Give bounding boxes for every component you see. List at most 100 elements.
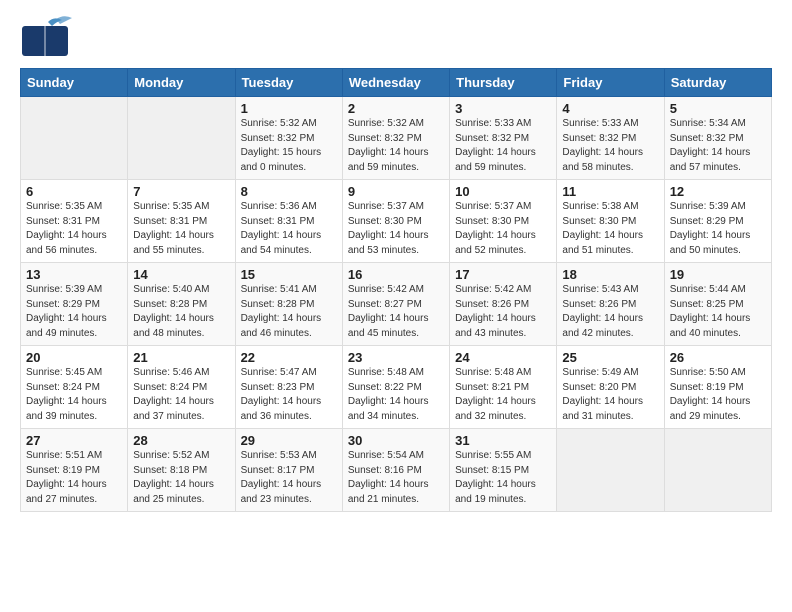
day-info: Sunrise: 5:33 AM Sunset: 8:32 PM Dayligh… bbox=[562, 117, 658, 175]
day-number: 16 bbox=[348, 267, 444, 282]
calendar-cell: 4Sunrise: 5:33 AM Sunset: 8:32 PM Daylig… bbox=[557, 97, 664, 180]
calendar-cell: 25Sunrise: 5:49 AM Sunset: 8:20 PM Dayli… bbox=[557, 346, 664, 429]
weekday-header-friday: Friday bbox=[557, 69, 664, 97]
weekday-header-saturday: Saturday bbox=[664, 69, 771, 97]
day-number: 2 bbox=[348, 101, 444, 116]
calendar-week-4: 20Sunrise: 5:45 AM Sunset: 8:24 PM Dayli… bbox=[21, 346, 772, 429]
day-number: 10 bbox=[455, 184, 551, 199]
calendar-cell: 5Sunrise: 5:34 AM Sunset: 8:32 PM Daylig… bbox=[664, 97, 771, 180]
calendar-cell: 23Sunrise: 5:48 AM Sunset: 8:22 PM Dayli… bbox=[342, 346, 449, 429]
day-info: Sunrise: 5:35 AM Sunset: 8:31 PM Dayligh… bbox=[133, 200, 229, 258]
day-number: 14 bbox=[133, 267, 229, 282]
calendar-cell: 31Sunrise: 5:55 AM Sunset: 8:15 PM Dayli… bbox=[450, 429, 557, 512]
day-info: Sunrise: 5:37 AM Sunset: 8:30 PM Dayligh… bbox=[348, 200, 444, 258]
day-info: Sunrise: 5:42 AM Sunset: 8:27 PM Dayligh… bbox=[348, 283, 444, 341]
day-info: Sunrise: 5:48 AM Sunset: 8:21 PM Dayligh… bbox=[455, 366, 551, 424]
day-number: 12 bbox=[670, 184, 766, 199]
calendar-cell: 17Sunrise: 5:42 AM Sunset: 8:26 PM Dayli… bbox=[450, 263, 557, 346]
calendar-week-3: 13Sunrise: 5:39 AM Sunset: 8:29 PM Dayli… bbox=[21, 263, 772, 346]
day-info: Sunrise: 5:32 AM Sunset: 8:32 PM Dayligh… bbox=[241, 117, 337, 175]
calendar-cell: 13Sunrise: 5:39 AM Sunset: 8:29 PM Dayli… bbox=[21, 263, 128, 346]
day-number: 3 bbox=[455, 101, 551, 116]
day-number: 11 bbox=[562, 184, 658, 199]
day-info: Sunrise: 5:38 AM Sunset: 8:30 PM Dayligh… bbox=[562, 200, 658, 258]
calendar-cell bbox=[664, 429, 771, 512]
calendar-cell: 14Sunrise: 5:40 AM Sunset: 8:28 PM Dayli… bbox=[128, 263, 235, 346]
day-number: 20 bbox=[26, 350, 122, 365]
day-number: 30 bbox=[348, 433, 444, 448]
day-info: Sunrise: 5:47 AM Sunset: 8:23 PM Dayligh… bbox=[241, 366, 337, 424]
day-info: Sunrise: 5:32 AM Sunset: 8:32 PM Dayligh… bbox=[348, 117, 444, 175]
weekday-header-tuesday: Tuesday bbox=[235, 69, 342, 97]
day-info: Sunrise: 5:52 AM Sunset: 8:18 PM Dayligh… bbox=[133, 449, 229, 507]
day-number: 6 bbox=[26, 184, 122, 199]
day-number: 29 bbox=[241, 433, 337, 448]
day-number: 18 bbox=[562, 267, 658, 282]
calendar-cell: 2Sunrise: 5:32 AM Sunset: 8:32 PM Daylig… bbox=[342, 97, 449, 180]
day-number: 15 bbox=[241, 267, 337, 282]
day-number: 28 bbox=[133, 433, 229, 448]
day-number: 9 bbox=[348, 184, 444, 199]
day-info: Sunrise: 5:33 AM Sunset: 8:32 PM Dayligh… bbox=[455, 117, 551, 175]
day-number: 19 bbox=[670, 267, 766, 282]
weekday-header-row: SundayMondayTuesdayWednesdayThursdayFrid… bbox=[21, 69, 772, 97]
calendar-cell: 9Sunrise: 5:37 AM Sunset: 8:30 PM Daylig… bbox=[342, 180, 449, 263]
logo-icon bbox=[20, 16, 72, 58]
calendar-cell: 11Sunrise: 5:38 AM Sunset: 8:30 PM Dayli… bbox=[557, 180, 664, 263]
day-number: 31 bbox=[455, 433, 551, 448]
calendar-cell: 8Sunrise: 5:36 AM Sunset: 8:31 PM Daylig… bbox=[235, 180, 342, 263]
calendar-cell bbox=[128, 97, 235, 180]
weekday-header-sunday: Sunday bbox=[21, 69, 128, 97]
calendar-cell: 19Sunrise: 5:44 AM Sunset: 8:25 PM Dayli… bbox=[664, 263, 771, 346]
day-info: Sunrise: 5:50 AM Sunset: 8:19 PM Dayligh… bbox=[670, 366, 766, 424]
calendar-cell: 21Sunrise: 5:46 AM Sunset: 8:24 PM Dayli… bbox=[128, 346, 235, 429]
weekday-header-monday: Monday bbox=[128, 69, 235, 97]
calendar-cell bbox=[21, 97, 128, 180]
calendar-cell: 27Sunrise: 5:51 AM Sunset: 8:19 PM Dayli… bbox=[21, 429, 128, 512]
day-info: Sunrise: 5:37 AM Sunset: 8:30 PM Dayligh… bbox=[455, 200, 551, 258]
calendar-cell: 30Sunrise: 5:54 AM Sunset: 8:16 PM Dayli… bbox=[342, 429, 449, 512]
calendar-cell: 15Sunrise: 5:41 AM Sunset: 8:28 PM Dayli… bbox=[235, 263, 342, 346]
day-number: 26 bbox=[670, 350, 766, 365]
day-number: 22 bbox=[241, 350, 337, 365]
day-info: Sunrise: 5:45 AM Sunset: 8:24 PM Dayligh… bbox=[26, 366, 122, 424]
day-number: 24 bbox=[455, 350, 551, 365]
calendar-cell: 6Sunrise: 5:35 AM Sunset: 8:31 PM Daylig… bbox=[21, 180, 128, 263]
day-number: 5 bbox=[670, 101, 766, 116]
day-info: Sunrise: 5:34 AM Sunset: 8:32 PM Dayligh… bbox=[670, 117, 766, 175]
day-info: Sunrise: 5:48 AM Sunset: 8:22 PM Dayligh… bbox=[348, 366, 444, 424]
day-number: 27 bbox=[26, 433, 122, 448]
calendar-week-5: 27Sunrise: 5:51 AM Sunset: 8:19 PM Dayli… bbox=[21, 429, 772, 512]
day-number: 4 bbox=[562, 101, 658, 116]
calendar-cell: 18Sunrise: 5:43 AM Sunset: 8:26 PM Dayli… bbox=[557, 263, 664, 346]
calendar-cell: 7Sunrise: 5:35 AM Sunset: 8:31 PM Daylig… bbox=[128, 180, 235, 263]
weekday-header-wednesday: Wednesday bbox=[342, 69, 449, 97]
day-info: Sunrise: 5:40 AM Sunset: 8:28 PM Dayligh… bbox=[133, 283, 229, 341]
day-info: Sunrise: 5:53 AM Sunset: 8:17 PM Dayligh… bbox=[241, 449, 337, 507]
day-number: 8 bbox=[241, 184, 337, 199]
calendar-week-1: 1Sunrise: 5:32 AM Sunset: 8:32 PM Daylig… bbox=[21, 97, 772, 180]
weekday-header-thursday: Thursday bbox=[450, 69, 557, 97]
logo bbox=[20, 16, 76, 58]
day-info: Sunrise: 5:36 AM Sunset: 8:31 PM Dayligh… bbox=[241, 200, 337, 258]
calendar-cell: 28Sunrise: 5:52 AM Sunset: 8:18 PM Dayli… bbox=[128, 429, 235, 512]
day-number: 1 bbox=[241, 101, 337, 116]
page: SundayMondayTuesdayWednesdayThursdayFrid… bbox=[0, 0, 792, 612]
calendar-cell: 10Sunrise: 5:37 AM Sunset: 8:30 PM Dayli… bbox=[450, 180, 557, 263]
header bbox=[20, 16, 772, 58]
calendar-cell: 16Sunrise: 5:42 AM Sunset: 8:27 PM Dayli… bbox=[342, 263, 449, 346]
day-info: Sunrise: 5:44 AM Sunset: 8:25 PM Dayligh… bbox=[670, 283, 766, 341]
day-number: 7 bbox=[133, 184, 229, 199]
day-info: Sunrise: 5:49 AM Sunset: 8:20 PM Dayligh… bbox=[562, 366, 658, 424]
day-info: Sunrise: 5:35 AM Sunset: 8:31 PM Dayligh… bbox=[26, 200, 122, 258]
calendar-cell: 12Sunrise: 5:39 AM Sunset: 8:29 PM Dayli… bbox=[664, 180, 771, 263]
calendar-cell: 24Sunrise: 5:48 AM Sunset: 8:21 PM Dayli… bbox=[450, 346, 557, 429]
day-number: 25 bbox=[562, 350, 658, 365]
day-info: Sunrise: 5:43 AM Sunset: 8:26 PM Dayligh… bbox=[562, 283, 658, 341]
calendar-cell: 26Sunrise: 5:50 AM Sunset: 8:19 PM Dayli… bbox=[664, 346, 771, 429]
calendar-cell: 1Sunrise: 5:32 AM Sunset: 8:32 PM Daylig… bbox=[235, 97, 342, 180]
day-info: Sunrise: 5:51 AM Sunset: 8:19 PM Dayligh… bbox=[26, 449, 122, 507]
day-info: Sunrise: 5:42 AM Sunset: 8:26 PM Dayligh… bbox=[455, 283, 551, 341]
calendar-cell: 29Sunrise: 5:53 AM Sunset: 8:17 PM Dayli… bbox=[235, 429, 342, 512]
day-number: 13 bbox=[26, 267, 122, 282]
